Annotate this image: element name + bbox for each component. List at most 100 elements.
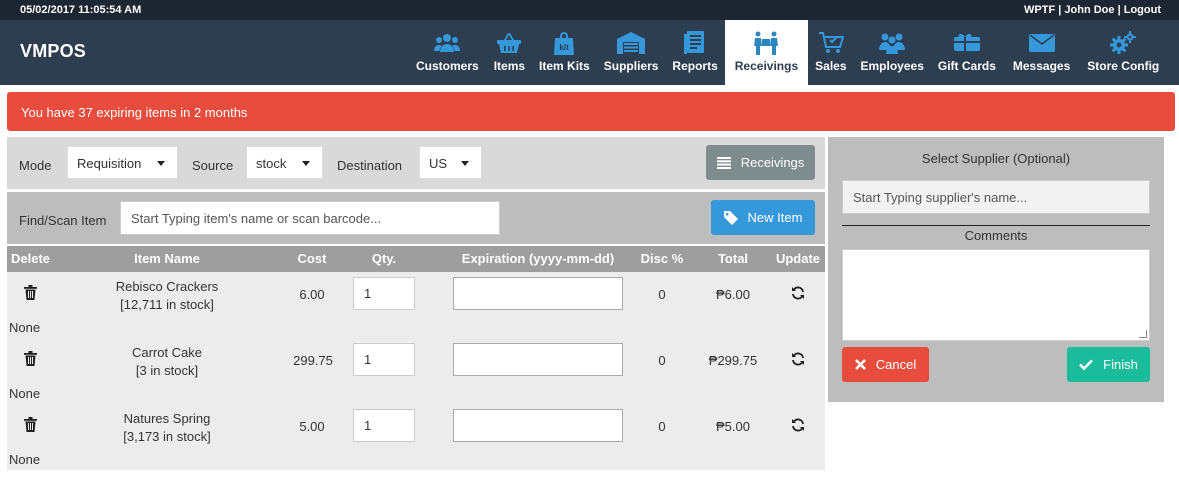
nav-gift-cards[interactable]: Gift Cards [931,20,1003,85]
user-name-link[interactable]: John Doe [1064,4,1114,16]
envelope-icon [1028,31,1055,55]
item-note: None [9,386,41,401]
item-total: ₱6.00 [716,287,750,302]
expiration-input[interactable] [453,343,623,376]
nav-suppliers[interactable]: Suppliers [597,20,666,85]
item-discount: 0 [658,353,666,368]
items-table-header: Delete Item Name Cost Qty. Expiration (y… [7,246,825,272]
item-discount: 0 [658,419,666,434]
item-cost: 5.00 [299,419,325,434]
table-row: Rebisco Crackers [12,711 in stock] 6.00 … [7,272,825,338]
item-note: None [9,320,41,335]
supplier-panel: Select Supplier (Optional) Start Typing … [828,137,1164,402]
tag-icon [723,210,738,225]
items-table-body: Rebisco Crackers [12,711 in stock] 6.00 … [7,272,825,470]
nav-reports[interactable]: Reports [665,20,724,85]
nav-sales[interactable]: Sales [808,20,853,85]
destination-select[interactable]: US [419,146,482,179]
col-update: Update [775,251,821,266]
item-search-input[interactable]: Start Typing item's name or scan barcode… [120,201,500,235]
comments-label: Comments [964,228,1028,243]
resize-handle-icon[interactable] [1139,330,1147,338]
warehouse-icon [617,31,646,55]
expiration-input[interactable] [453,277,623,310]
new-item-button[interactable]: New Item [711,200,815,235]
cancel-button[interactable]: Cancel [842,347,929,382]
brand-logo[interactable]: VMPOS [20,41,86,62]
chevron-down-icon [157,161,165,166]
current-datetime: 05/02/2017 11:05:54 AM [20,4,142,16]
expiration-input[interactable] [453,409,623,442]
nav-employees[interactable]: Employees [854,20,931,85]
nav-customers[interactable]: Customers [408,20,487,85]
expiring-items-alert: You have 37 expiring items in 2 months [7,92,1175,131]
source-label: Source [192,158,234,173]
svg-text:kit: kit [560,43,570,52]
main-nav: Customers Items kit Item Kits Suppliers … [408,20,1166,85]
find-scan-label: Find/Scan Item [19,213,107,228]
trash-icon[interactable] [24,351,37,369]
col-delete: Delete [11,251,51,266]
scan-item-bar: Find/Scan Item Start Typing item's name … [7,192,825,244]
item-name: Carrot Cake [3 in stock] [131,345,203,378]
item-discount: 0 [658,287,666,302]
col-expiration: Expiration (yyyy-mm-dd) [461,251,615,266]
quantity-input[interactable]: 1 [353,277,415,310]
item-name: Natures Spring [3,173 in stock] [123,411,211,444]
item-total: ₱299.75 [708,353,758,368]
item-name: Rebisco Crackers [12,711 in stock] [115,279,219,312]
select-supplier-title: Select Supplier (Optional) [921,151,1071,166]
destination-label: Destination [337,158,403,173]
refresh-icon[interactable] [791,418,805,435]
refresh-icon[interactable] [791,286,805,303]
table-row: Carrot Cake [3 in stock] 299.75 1 0 ₱299… [7,338,825,404]
receivings-icon [753,31,779,55]
user-menu: WPTF | John Doe | Logout [1024,4,1161,16]
item-cost: 299.75 [293,353,333,368]
mode-select[interactable]: Requisition [67,146,178,179]
supplier-search-input[interactable]: Start Typing supplier's name... [842,180,1150,214]
close-icon [854,359,866,370]
alert-text: You have 37 expiring items in 2 months [21,105,248,120]
quantity-input[interactable]: 1 [353,409,415,442]
refresh-icon[interactable] [791,352,805,369]
chevron-down-icon [302,161,310,166]
receivings-button[interactable]: Receivings [706,145,815,180]
employees-icon [878,31,906,55]
trash-icon[interactable] [24,417,37,435]
nav-item-kits[interactable]: kit Item Kits [532,20,597,85]
nav-receivings[interactable]: Receivings [724,20,809,85]
report-icon [684,31,706,55]
col-total: Total [717,251,749,266]
divider [842,225,1150,226]
item-cost: 6.00 [299,287,325,302]
trash-icon[interactable] [24,285,37,303]
item-note: None [9,452,41,467]
list-icon [716,156,731,169]
receiving-filters: Mode Requisition Source stock Destinatio… [7,137,825,189]
basket-icon [496,31,522,55]
table-row: Natures Spring [3,173 in stock] 5.00 1 0… [7,404,825,470]
mode-label: Mode [19,158,52,173]
check-icon [1079,359,1094,370]
logout-link[interactable]: Logout [1124,4,1161,16]
comments-textarea[interactable] [842,249,1150,341]
top-status-bar: 05/02/2017 11:05:54 AM WPTF | John Doe |… [0,0,1179,20]
quantity-input[interactable]: 1 [353,343,415,376]
nav-items[interactable]: Items [487,20,532,85]
col-cost: Cost [297,251,327,266]
gears-icon [1110,31,1137,55]
gift-card-icon [953,31,981,55]
col-disc: Disc % [640,251,684,266]
col-item-name: Item Name [134,251,200,266]
finish-button[interactable]: Finish [1067,347,1150,382]
store-link[interactable]: WPTF [1024,4,1055,16]
source-select[interactable]: stock [246,146,323,179]
chevron-down-icon [461,161,469,166]
item-total: ₱5.00 [716,419,750,434]
nav-messages[interactable]: Messages [1003,20,1080,85]
col-qty: Qty. [371,251,397,266]
users-icon [434,31,461,55]
main-navbar: VMPOS Customers Items kit Item Kits Supp… [0,20,1179,85]
nav-store-config[interactable]: Store Config [1080,20,1166,85]
